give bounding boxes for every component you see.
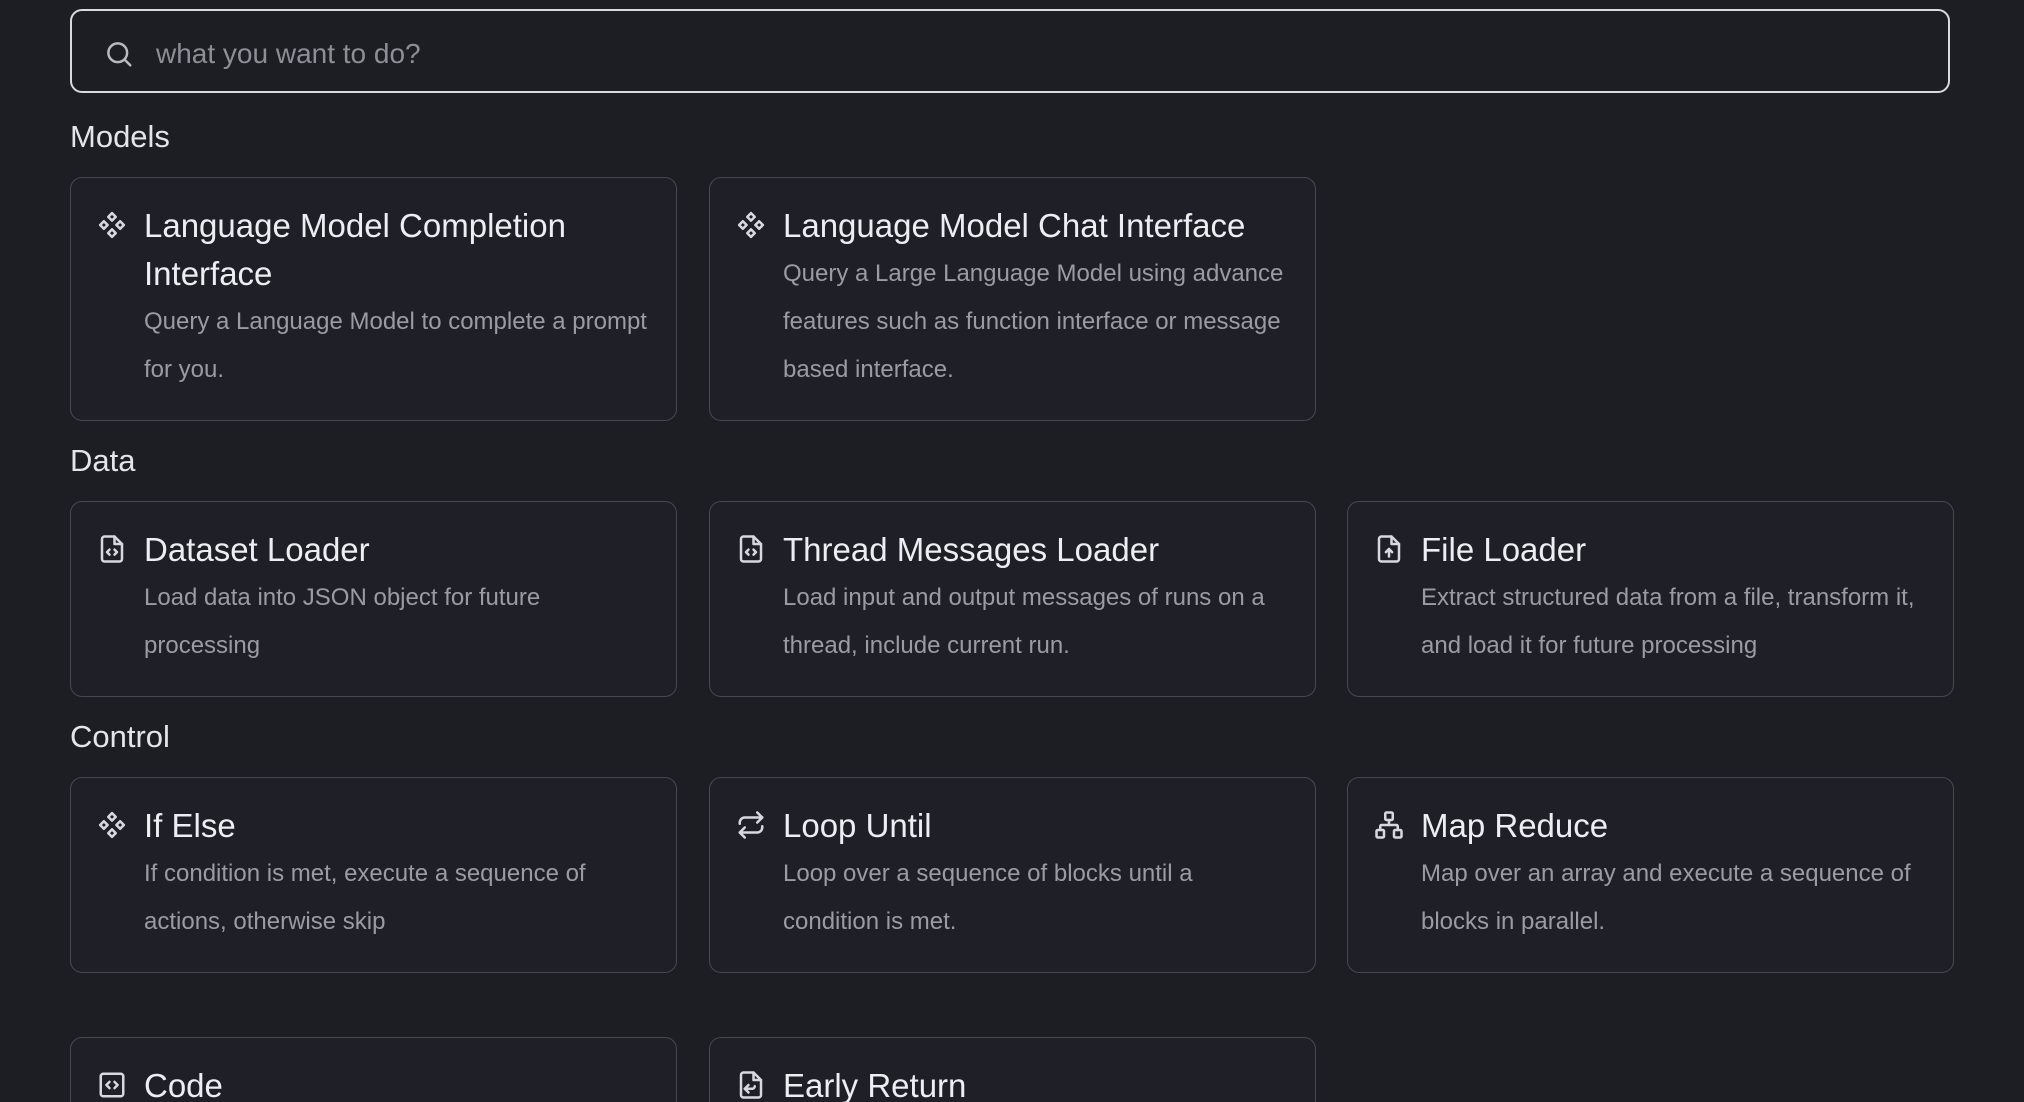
card-description: Query a Large Language Model using advan…	[783, 260, 1284, 383]
block-card-loop-until[interactable]: Loop Until Loop over a sequence of block…	[709, 777, 1316, 973]
card-title: Early Return	[783, 1067, 967, 1102]
block-card-map-reduce[interactable]: Map Reduce Map over an array and execute…	[1347, 777, 1954, 973]
card-description: Map over an array and execute a sequence…	[1421, 860, 1911, 935]
card-description: Load input and output messages of runs o…	[783, 584, 1265, 659]
block-card-early-return[interactable]: Early Return	[709, 1037, 1316, 1102]
card-description: Extract structured data from a file, tra…	[1421, 584, 1915, 659]
file-return-icon	[736, 1070, 766, 1100]
card-title: Thread Messages Loader	[783, 531, 1160, 568]
block-card-thread-messages-loader[interactable]: Thread Messages Loader Load input and ou…	[709, 501, 1316, 697]
section-title-models: Models	[70, 119, 170, 154]
code-square-icon	[97, 1070, 127, 1100]
section-title-control: Control	[70, 719, 170, 754]
section-title-data: Data	[70, 443, 136, 478]
block-card-code[interactable]: Code	[70, 1037, 677, 1102]
diamond-grid-icon	[736, 210, 766, 240]
card-title: Language Model Completion Interface	[144, 207, 566, 292]
diamond-grid-icon	[97, 210, 127, 240]
search-input[interactable]	[154, 29, 1918, 79]
file-code-icon	[97, 534, 127, 564]
file-upload-icon	[1374, 534, 1404, 564]
block-picker: Models Language Model Completion Interfa…	[0, 0, 2024, 1102]
card-description: Query a Language Model to complete a pro…	[144, 308, 647, 383]
block-card-language-model-completion[interactable]: Language Model Completion Interface Quer…	[70, 177, 677, 421]
card-description: Loop over a sequence of blocks until a c…	[783, 860, 1193, 935]
card-description: If condition is met, execute a sequence …	[144, 860, 586, 935]
block-card-dataset-loader[interactable]: Dataset Loader Load data into JSON objec…	[70, 501, 677, 697]
card-title: File Loader	[1421, 531, 1587, 568]
block-card-language-model-chat[interactable]: Language Model Chat Interface Query a La…	[709, 177, 1316, 421]
diamond-grid-icon	[97, 810, 127, 840]
hierarchy-icon	[1374, 810, 1404, 840]
card-title: Loop Until	[783, 807, 932, 844]
card-title: Dataset Loader	[144, 531, 370, 568]
card-title: Map Reduce	[1421, 807, 1609, 844]
block-card-if-else[interactable]: If Else If condition is met, execute a s…	[70, 777, 677, 973]
search-box[interactable]	[70, 9, 1950, 93]
repeat-arrows-icon	[736, 810, 766, 840]
file-code-icon	[736, 534, 766, 564]
search-icon	[104, 39, 134, 69]
card-title: Code	[144, 1067, 223, 1102]
block-card-file-loader[interactable]: File Loader Extract structured data from…	[1347, 501, 1954, 697]
card-description: Load data into JSON object for future pr…	[144, 584, 541, 659]
card-title: Language Model Chat Interface	[783, 207, 1246, 244]
card-title: If Else	[144, 807, 236, 844]
